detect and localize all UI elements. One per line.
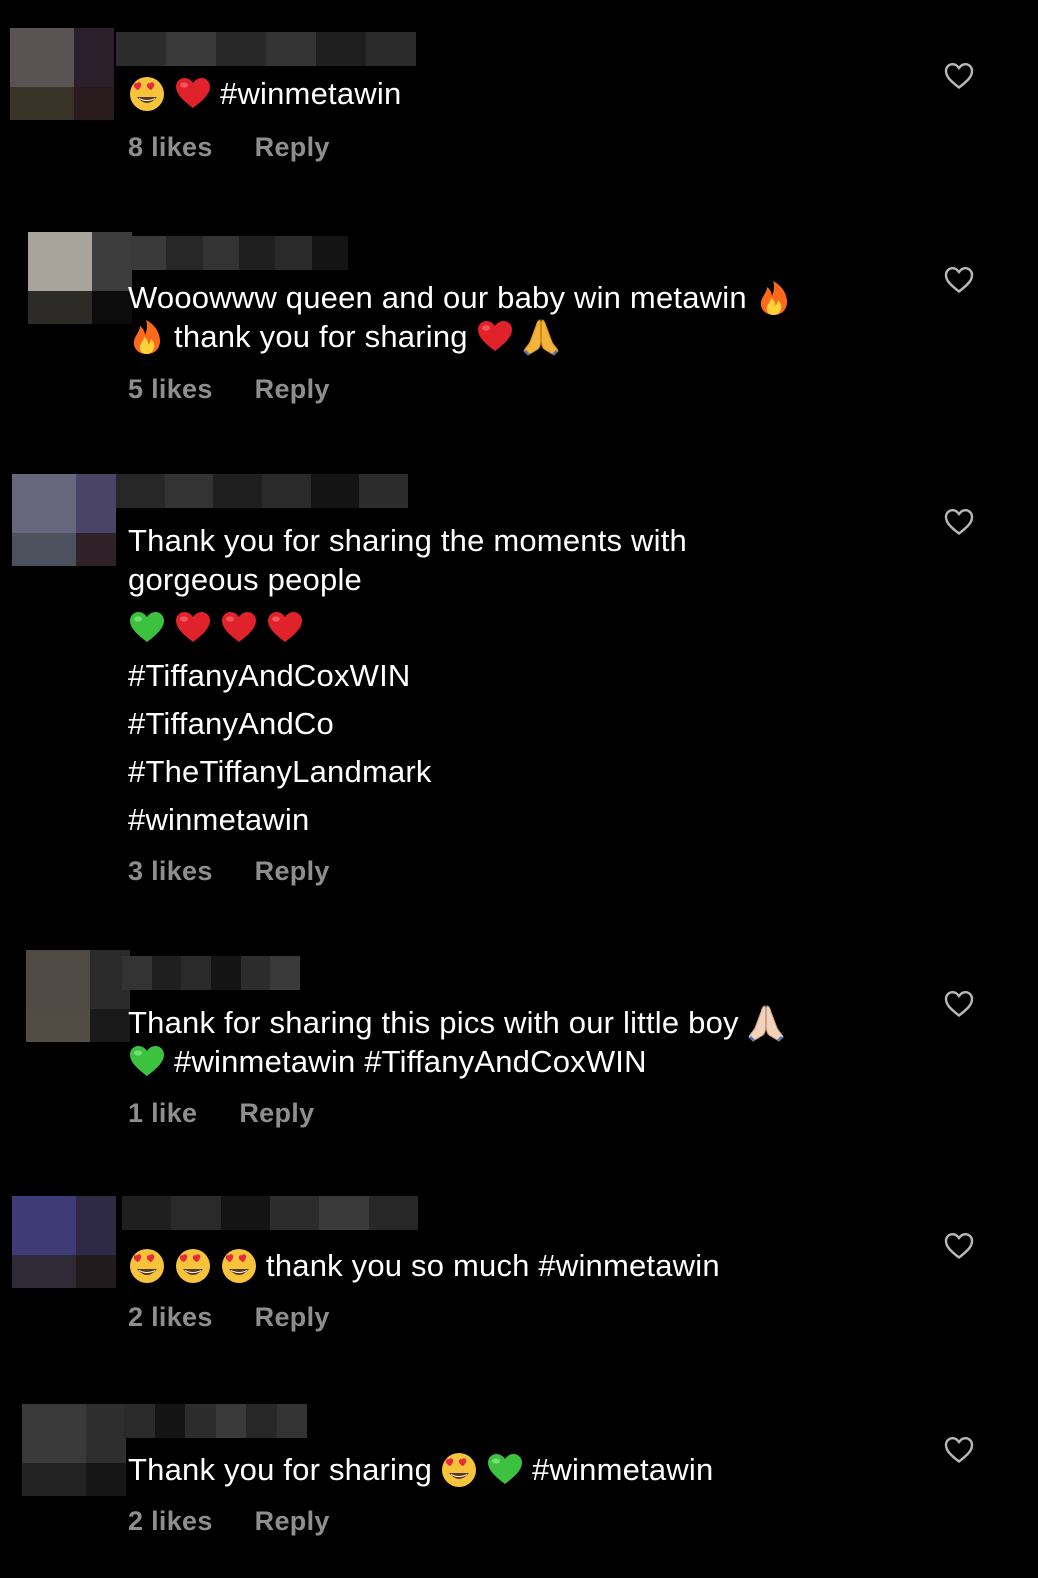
comment-text: Wooowww queen and our baby win metawin t… bbox=[128, 278, 888, 356]
comment-text-line: #TiffanyAndCoxWIN bbox=[128, 656, 411, 695]
avatar[interactable] bbox=[28, 232, 132, 324]
red-heart-emoji-icon bbox=[266, 609, 304, 647]
fire-emoji-icon bbox=[128, 318, 166, 356]
text-span: thank you so much #winmetawin bbox=[266, 1248, 720, 1283]
comment-meta: 8 likes Reply bbox=[128, 132, 330, 163]
text-span: Thank you for sharing bbox=[128, 1452, 433, 1487]
text-span: Thank you for sharing the moments with bbox=[128, 523, 687, 558]
green-heart-emoji-icon bbox=[486, 1451, 524, 1489]
comment-meta: 3 likes Reply bbox=[128, 856, 330, 887]
red-heart-emoji-icon bbox=[174, 609, 212, 647]
hashtag-text[interactable]: #TiffanyAndCo bbox=[128, 704, 334, 743]
comment-text-line: Thank for sharing this pics with our lit… bbox=[128, 1003, 888, 1042]
fire-emoji-icon bbox=[755, 279, 793, 317]
comment-text-line: gorgeous people bbox=[128, 560, 362, 599]
comment-text: #winmetawin bbox=[128, 74, 888, 113]
comment-text: Thank for sharing this pics with our lit… bbox=[128, 1003, 888, 1081]
username-redacted[interactable] bbox=[122, 956, 300, 990]
like-count[interactable]: 8 likes bbox=[128, 132, 213, 163]
comment-text-line: #TheTiffanyLandmark bbox=[128, 752, 432, 791]
reply-button[interactable]: Reply bbox=[255, 1302, 330, 1333]
heart-eyes-emoji-icon bbox=[128, 75, 166, 113]
comment-text-line bbox=[128, 608, 304, 647]
text-span: Thank for sharing this pics with our lit… bbox=[128, 1005, 739, 1040]
username-redacted[interactable] bbox=[116, 474, 408, 508]
text-span: Wooowww queen and our baby win metawin bbox=[128, 280, 747, 315]
heart-eyes-emoji-icon bbox=[440, 1451, 478, 1489]
comment-text-line: Thank you for sharing the moments with bbox=[128, 521, 687, 560]
avatar[interactable] bbox=[12, 474, 116, 566]
red-heart-emoji-icon bbox=[476, 318, 514, 356]
avatar[interactable] bbox=[12, 1196, 116, 1288]
red-heart-emoji-icon bbox=[174, 75, 212, 113]
text-span: thank you for sharing bbox=[174, 319, 468, 354]
like-count[interactable]: 5 likes bbox=[128, 374, 213, 405]
reply-button[interactable]: Reply bbox=[255, 856, 330, 887]
green-heart-emoji-icon bbox=[128, 609, 166, 647]
comment-text-line: thank you for sharing bbox=[128, 317, 888, 356]
reply-button[interactable]: Reply bbox=[255, 374, 330, 405]
reply-button[interactable]: Reply bbox=[255, 132, 330, 163]
hashtag-text[interactable]: #winmetawin bbox=[128, 800, 309, 839]
like-count[interactable]: 2 likes bbox=[128, 1506, 213, 1537]
avatar[interactable] bbox=[10, 28, 114, 120]
username-redacted[interactable] bbox=[130, 236, 348, 270]
comment-text-line: #winmetawin #TiffanyAndCoxWIN bbox=[128, 1042, 888, 1081]
heart-outline-icon[interactable] bbox=[944, 266, 974, 294]
comment-meta: 2 likes Reply bbox=[128, 1506, 330, 1537]
heart-outline-icon[interactable] bbox=[944, 1436, 974, 1464]
hashtag-text[interactable]: #winmetawin #TiffanyAndCoxWIN bbox=[174, 1042, 647, 1081]
green-heart-emoji-icon bbox=[128, 1043, 166, 1081]
hashtag-text[interactable]: #TheTiffanyLandmark bbox=[128, 752, 432, 791]
red-heart-emoji-icon bbox=[220, 609, 258, 647]
comment-text-line: #winmetawin bbox=[128, 800, 309, 839]
hashtag-text[interactable]: #TiffanyAndCoxWIN bbox=[128, 656, 411, 695]
hashtag-text[interactable]: #winmetawin bbox=[220, 74, 401, 113]
reply-button[interactable]: Reply bbox=[239, 1098, 314, 1129]
comment-text-line: #TiffanyAndCo bbox=[128, 704, 334, 743]
username-redacted[interactable] bbox=[122, 1196, 418, 1230]
text-span: gorgeous people bbox=[128, 562, 362, 597]
heart-outline-icon[interactable] bbox=[944, 508, 974, 536]
folded-hands-emoji-icon bbox=[522, 318, 560, 356]
heart-outline-icon[interactable] bbox=[944, 62, 974, 90]
comment-text: thank you so much #winmetawin bbox=[128, 1246, 888, 1285]
comment-meta: 1 like Reply bbox=[128, 1098, 314, 1129]
avatar[interactable] bbox=[26, 950, 130, 1042]
hashtag-text[interactable]: #winmetawin bbox=[532, 1450, 713, 1489]
comment-text: Thank you for sharing #winmetawin bbox=[128, 1450, 888, 1489]
comment-text-line: Wooowww queen and our baby win metawin bbox=[128, 278, 888, 317]
comment-text-line: thank you so much #winmetawin bbox=[128, 1246, 888, 1285]
like-count[interactable]: 3 likes bbox=[128, 856, 213, 887]
like-count[interactable]: 1 like bbox=[128, 1098, 197, 1129]
comment-meta: 2 likes Reply bbox=[128, 1302, 330, 1333]
heart-eyes-emoji-icon bbox=[174, 1247, 212, 1285]
heart-eyes-emoji-icon bbox=[220, 1247, 258, 1285]
username-redacted[interactable] bbox=[124, 1404, 307, 1438]
comment-meta: 5 likes Reply bbox=[128, 374, 330, 405]
heart-outline-icon[interactable] bbox=[944, 990, 974, 1018]
heart-outline-icon[interactable] bbox=[944, 1232, 974, 1260]
like-count[interactable]: 2 likes bbox=[128, 1302, 213, 1333]
reply-button[interactable]: Reply bbox=[255, 1506, 330, 1537]
folded-hands-light-emoji-icon bbox=[747, 1004, 785, 1042]
comment-text-line: Thank you for sharing #winmetawin bbox=[128, 1450, 888, 1489]
avatar[interactable] bbox=[22, 1404, 126, 1496]
heart-eyes-emoji-icon bbox=[128, 1247, 166, 1285]
username-redacted[interactable] bbox=[116, 32, 416, 66]
comment-text-line: #winmetawin bbox=[128, 74, 888, 113]
